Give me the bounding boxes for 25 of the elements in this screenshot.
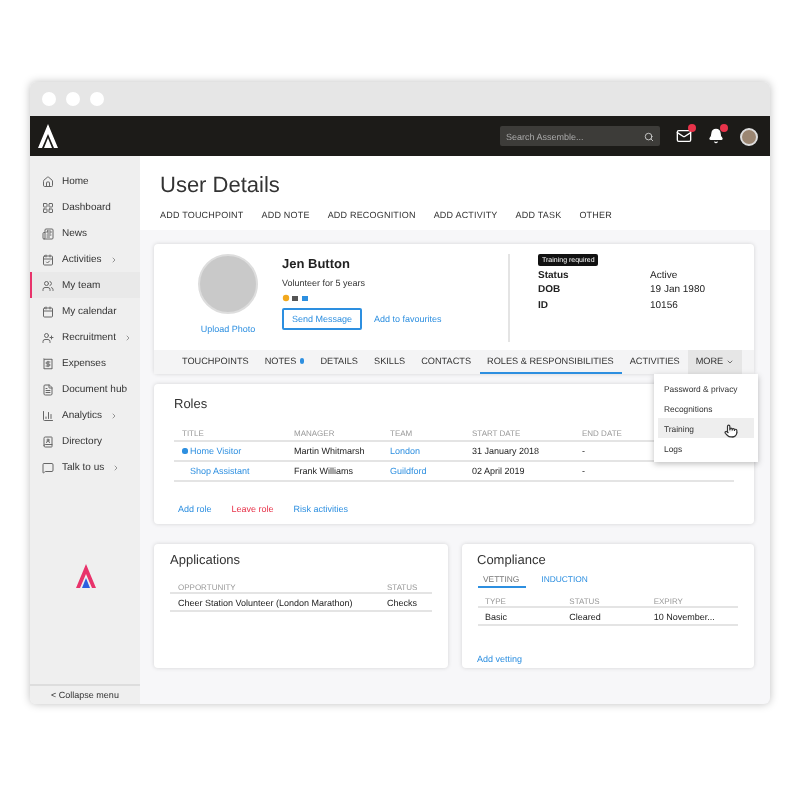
bell-icon[interactable] — [708, 128, 724, 144]
user-avatar[interactable] — [740, 127, 758, 145]
nav-icon — [42, 383, 54, 395]
nav-icon — [42, 253, 54, 265]
nav-icon — [42, 279, 54, 291]
page-title: User Details — [160, 174, 282, 198]
nav-icon — [42, 331, 54, 343]
nav-icon — [42, 357, 54, 369]
nav-icon — [42, 409, 54, 421]
nav-icon — [42, 305, 54, 317]
mail-icon[interactable] — [676, 128, 692, 144]
window-dot[interactable] — [66, 92, 80, 106]
window-dot[interactable] — [42, 92, 56, 106]
search-icon[interactable] — [644, 131, 654, 141]
award-icons-drawing — [282, 294, 310, 302]
nav-icon — [42, 227, 54, 239]
hand-pointer-icon — [724, 424, 738, 438]
logo-icon[interactable] — [38, 124, 58, 148]
logo-icon — [75, 564, 95, 588]
nav-icon — [42, 175, 54, 187]
nav-icon — [42, 461, 54, 473]
profile-photo — [198, 254, 258, 314]
window-dot[interactable] — [90, 92, 104, 106]
nav-icon — [42, 201, 54, 213]
nav-icon — [42, 435, 54, 447]
